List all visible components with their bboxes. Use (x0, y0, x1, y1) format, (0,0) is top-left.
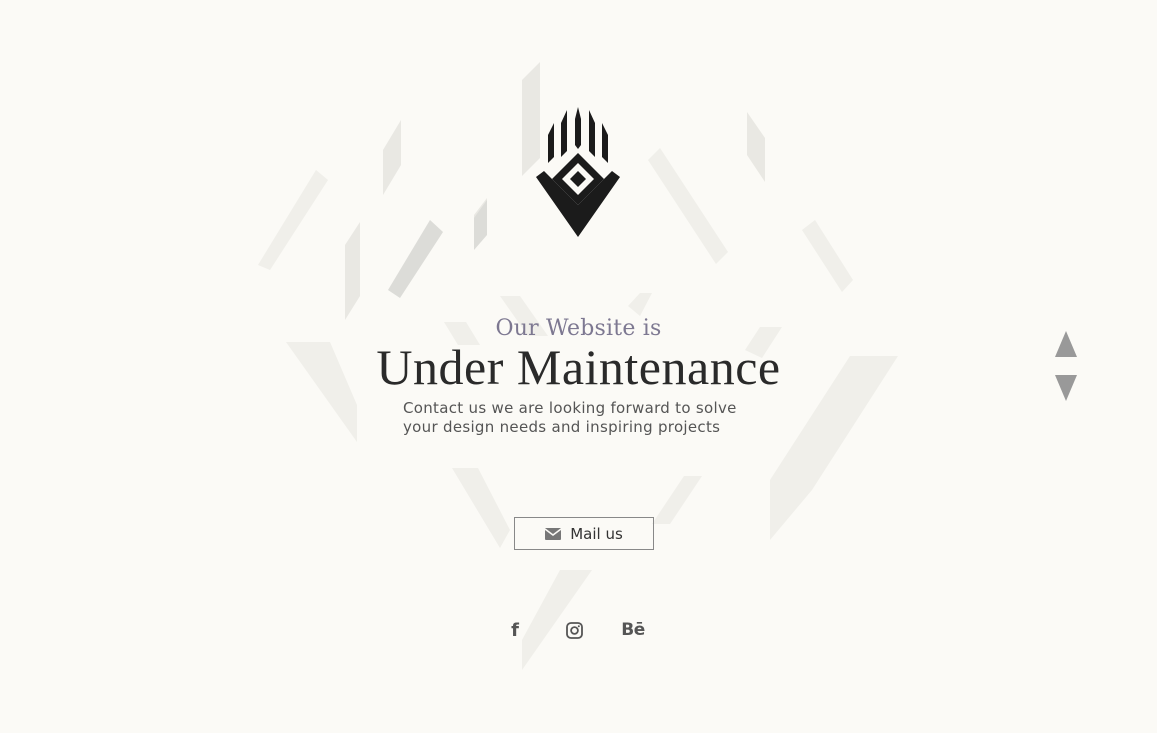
facebook-link[interactable]: f (507, 619, 523, 641)
page-description: Contact us we are looking forward to sol… (403, 399, 783, 437)
mail-us-label: Mail us (570, 524, 623, 543)
page-title: Under Maintenance (376, 339, 781, 395)
description-line: your design needs and inspiring projects (403, 418, 721, 436)
triangle-up-icon[interactable] (1055, 331, 1077, 357)
envelope-icon (545, 527, 562, 540)
scroll-arrows (1055, 331, 1077, 403)
facebook-icon: f (511, 619, 519, 641)
instagram-icon (565, 621, 583, 639)
behance-icon: Bē (621, 620, 645, 640)
page-subtitle: Our Website is (495, 316, 662, 341)
logo-icon (536, 107, 620, 237)
description-line: Contact us we are looking forward to sol… (403, 399, 737, 417)
behance-link[interactable]: Bē (618, 619, 648, 641)
instagram-link[interactable] (564, 619, 584, 641)
triangle-down-icon[interactable] (1055, 375, 1077, 401)
mail-us-button[interactable]: Mail us (514, 517, 654, 550)
